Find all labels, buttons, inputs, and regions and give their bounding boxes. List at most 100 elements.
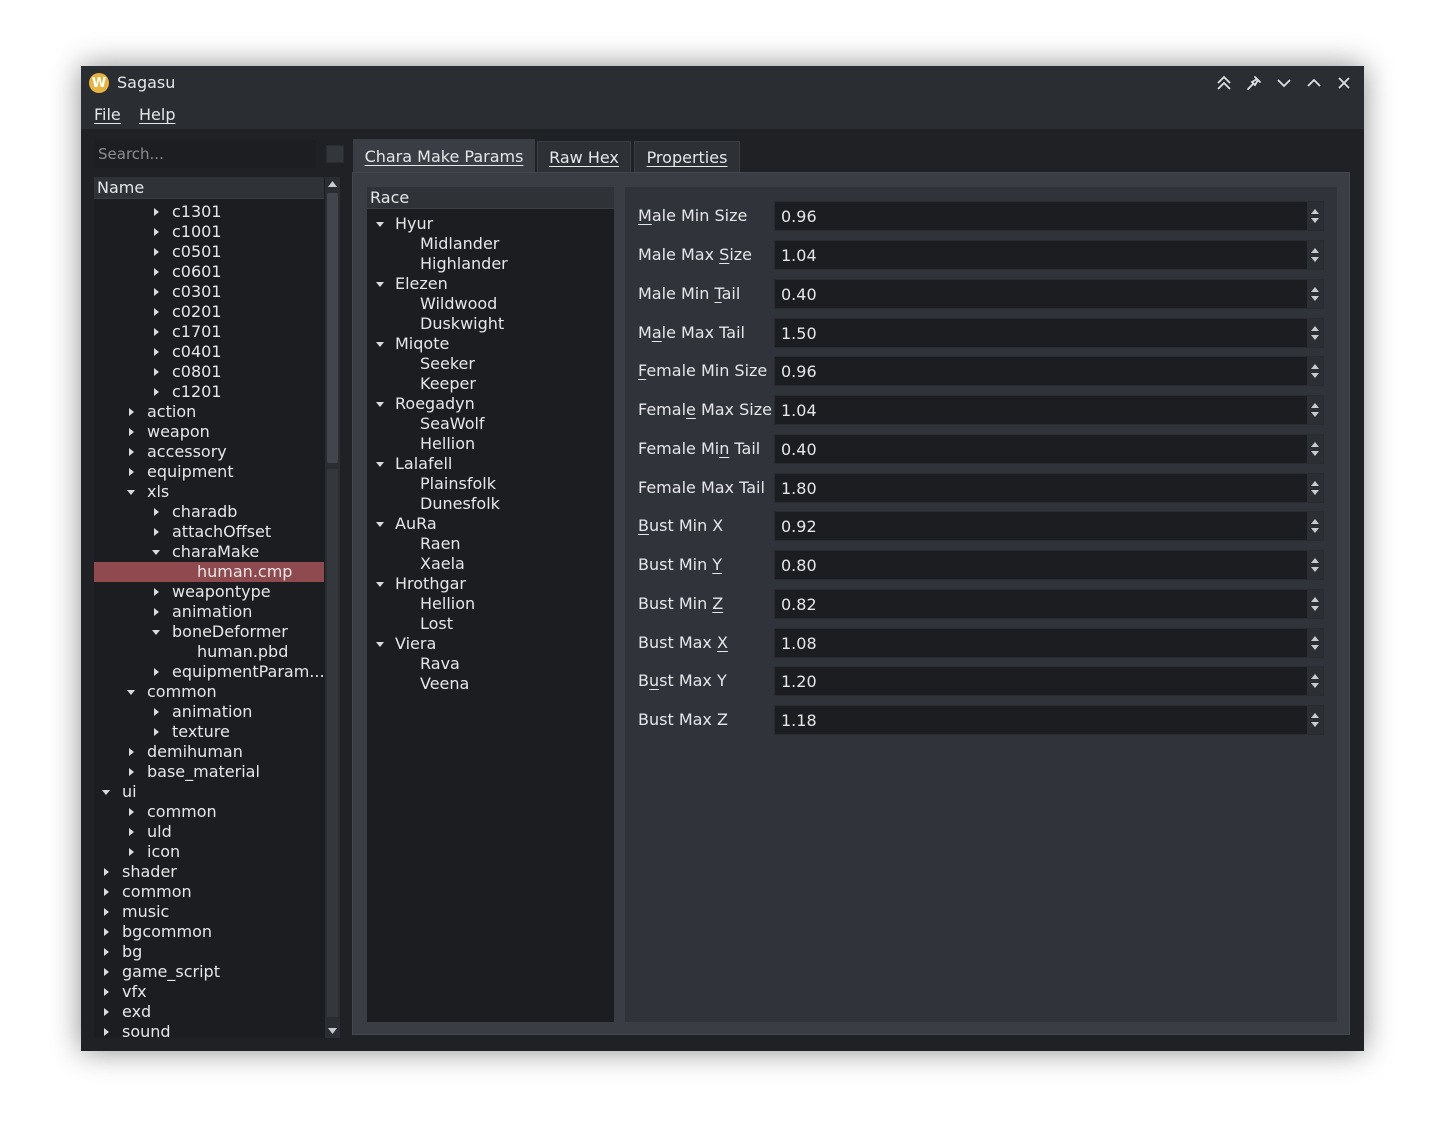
expand-arrow-right-icon[interactable] [126, 742, 136, 762]
param-spinbox[interactable]: 0.82 [774, 589, 1324, 619]
tree-item[interactable]: common [94, 682, 324, 702]
tree-item[interactable]: exd [94, 1002, 324, 1022]
expand-arrow-down-icon[interactable] [375, 574, 385, 594]
expand-arrow-right-icon[interactable] [151, 202, 161, 222]
spin-down-icon[interactable] [1311, 412, 1319, 417]
spin-down-icon[interactable] [1311, 683, 1319, 688]
param-spinbox[interactable]: 0.40 [774, 279, 1324, 309]
spin-up-icon[interactable] [1311, 597, 1319, 602]
param-spinbox[interactable]: 1.20 [774, 666, 1324, 696]
param-spinbox[interactable]: 1.08 [774, 628, 1324, 658]
tab-chara-make-params[interactable]: Chara Make Params [353, 139, 535, 173]
tree-item[interactable]: charaMake [94, 542, 324, 562]
spin-up-icon[interactable] [1311, 519, 1319, 524]
spin-down-icon[interactable] [1311, 257, 1319, 262]
tree-item[interactable]: bgcommon [94, 922, 324, 942]
race-item[interactable]: Elezen [367, 274, 614, 294]
param-value[interactable]: 1.04 [781, 401, 817, 420]
spin-up-icon[interactable] [1311, 713, 1319, 718]
spin-up-icon[interactable] [1311, 364, 1319, 369]
expand-arrow-right-icon[interactable] [126, 422, 136, 442]
tree-item[interactable]: human.pbd [94, 642, 324, 662]
spin-down-icon[interactable] [1311, 373, 1319, 378]
tree-item[interactable]: weapontype [94, 582, 324, 602]
expand-arrow-right-icon[interactable] [151, 602, 161, 622]
param-spinbox[interactable]: 0.92 [774, 511, 1324, 541]
param-spinbox[interactable]: 0.96 [774, 356, 1324, 386]
spin-up-icon[interactable] [1311, 558, 1319, 563]
param-value[interactable]: 0.40 [781, 285, 817, 304]
expand-arrow-right-icon[interactable] [126, 462, 136, 482]
param-spinbox[interactable]: 0.96 [774, 201, 1324, 231]
expand-arrow-down-icon[interactable] [375, 514, 385, 534]
tree-item[interactable]: base_material [94, 762, 324, 782]
expand-arrow-right-icon[interactable] [151, 342, 161, 362]
scrollbar-thumb[interactable] [327, 193, 338, 463]
tree-item[interactable]: equipmentParam... [94, 662, 324, 682]
expand-arrow-right-icon[interactable] [151, 582, 161, 602]
expand-arrow-right-icon[interactable] [126, 802, 136, 822]
tree-item[interactable]: ui [94, 782, 324, 802]
expand-arrow-right-icon[interactable] [151, 262, 161, 282]
clan-item[interactable]: Plainsfolk [367, 474, 614, 494]
expand-arrow-right-icon[interactable] [151, 302, 161, 322]
expand-arrow-right-icon[interactable] [151, 522, 161, 542]
param-spinbox[interactable]: 1.50 [774, 318, 1324, 348]
expand-arrow-right-icon[interactable] [101, 1022, 111, 1038]
expand-arrow-down-icon[interactable] [151, 542, 161, 562]
search-option-box[interactable] [326, 145, 344, 163]
expand-arrow-right-icon[interactable] [101, 902, 111, 922]
clan-item[interactable]: Wildwood [367, 294, 614, 314]
param-value[interactable]: 0.96 [781, 207, 817, 226]
expand-arrow-right-icon[interactable] [151, 282, 161, 302]
tab-properties[interactable]: Properties [634, 141, 740, 173]
keep-above-icon[interactable] [1212, 71, 1236, 95]
param-spinbox[interactable]: 1.18 [774, 705, 1324, 735]
pin-icon[interactable] [1242, 71, 1266, 95]
param-spinbox[interactable]: 0.40 [774, 434, 1324, 464]
tree-item[interactable]: charadb [94, 502, 324, 522]
spin-up-icon[interactable] [1311, 636, 1319, 641]
tree-item[interactable]: c1001 [94, 222, 324, 242]
spin-down-icon[interactable] [1311, 722, 1319, 727]
clan-item[interactable]: Hellion [367, 434, 614, 454]
expand-arrow-down-icon[interactable] [375, 634, 385, 654]
scroll-down-icon[interactable] [325, 1024, 340, 1038]
expand-arrow-right-icon[interactable] [101, 982, 111, 1002]
clan-item[interactable]: Dunesfolk [367, 494, 614, 514]
tree-item[interactable]: weapon [94, 422, 324, 442]
menu-help[interactable]: Help [139, 105, 175, 124]
expand-arrow-right-icon[interactable] [151, 662, 161, 682]
tab-raw-hex[interactable]: Raw Hex [537, 141, 631, 173]
clan-item[interactable]: Lost [367, 614, 614, 634]
clan-item[interactable]: Highlander [367, 254, 614, 274]
expand-arrow-down-icon[interactable] [126, 682, 136, 702]
tree-item[interactable]: shader [94, 862, 324, 882]
race-item[interactable]: Hrothgar [367, 574, 614, 594]
expand-arrow-right-icon[interactable] [151, 702, 161, 722]
title-bar[interactable]: W Sagasu [81, 66, 1364, 101]
spin-up-icon[interactable] [1311, 674, 1319, 679]
expand-arrow-down-icon[interactable] [375, 214, 385, 234]
clan-item[interactable]: Keeper [367, 374, 614, 394]
spin-down-icon[interactable] [1311, 606, 1319, 611]
expand-arrow-right-icon[interactable] [151, 322, 161, 342]
tree-item[interactable]: c0801 [94, 362, 324, 382]
tree-item[interactable]: attachOffset [94, 522, 324, 542]
tree-item[interactable]: animation [94, 602, 324, 622]
expand-arrow-down-icon[interactable] [375, 454, 385, 474]
tree-item[interactable]: bg [94, 942, 324, 962]
tree-item[interactable]: demihuman [94, 742, 324, 762]
spin-down-icon[interactable] [1311, 296, 1319, 301]
spin-up-icon[interactable] [1311, 248, 1319, 253]
tree-item[interactable]: c0201 [94, 302, 324, 322]
expand-arrow-right-icon[interactable] [101, 882, 111, 902]
race-item[interactable]: Miqote [367, 334, 614, 354]
tree-item[interactable]: equipment [94, 462, 324, 482]
tree-item[interactable]: icon [94, 842, 324, 862]
tree-item[interactable]: texture [94, 722, 324, 742]
tree-item[interactable]: c1201 [94, 382, 324, 402]
race-item[interactable]: Viera [367, 634, 614, 654]
tree-item[interactable]: vfx [94, 982, 324, 1002]
expand-arrow-right-icon[interactable] [101, 922, 111, 942]
